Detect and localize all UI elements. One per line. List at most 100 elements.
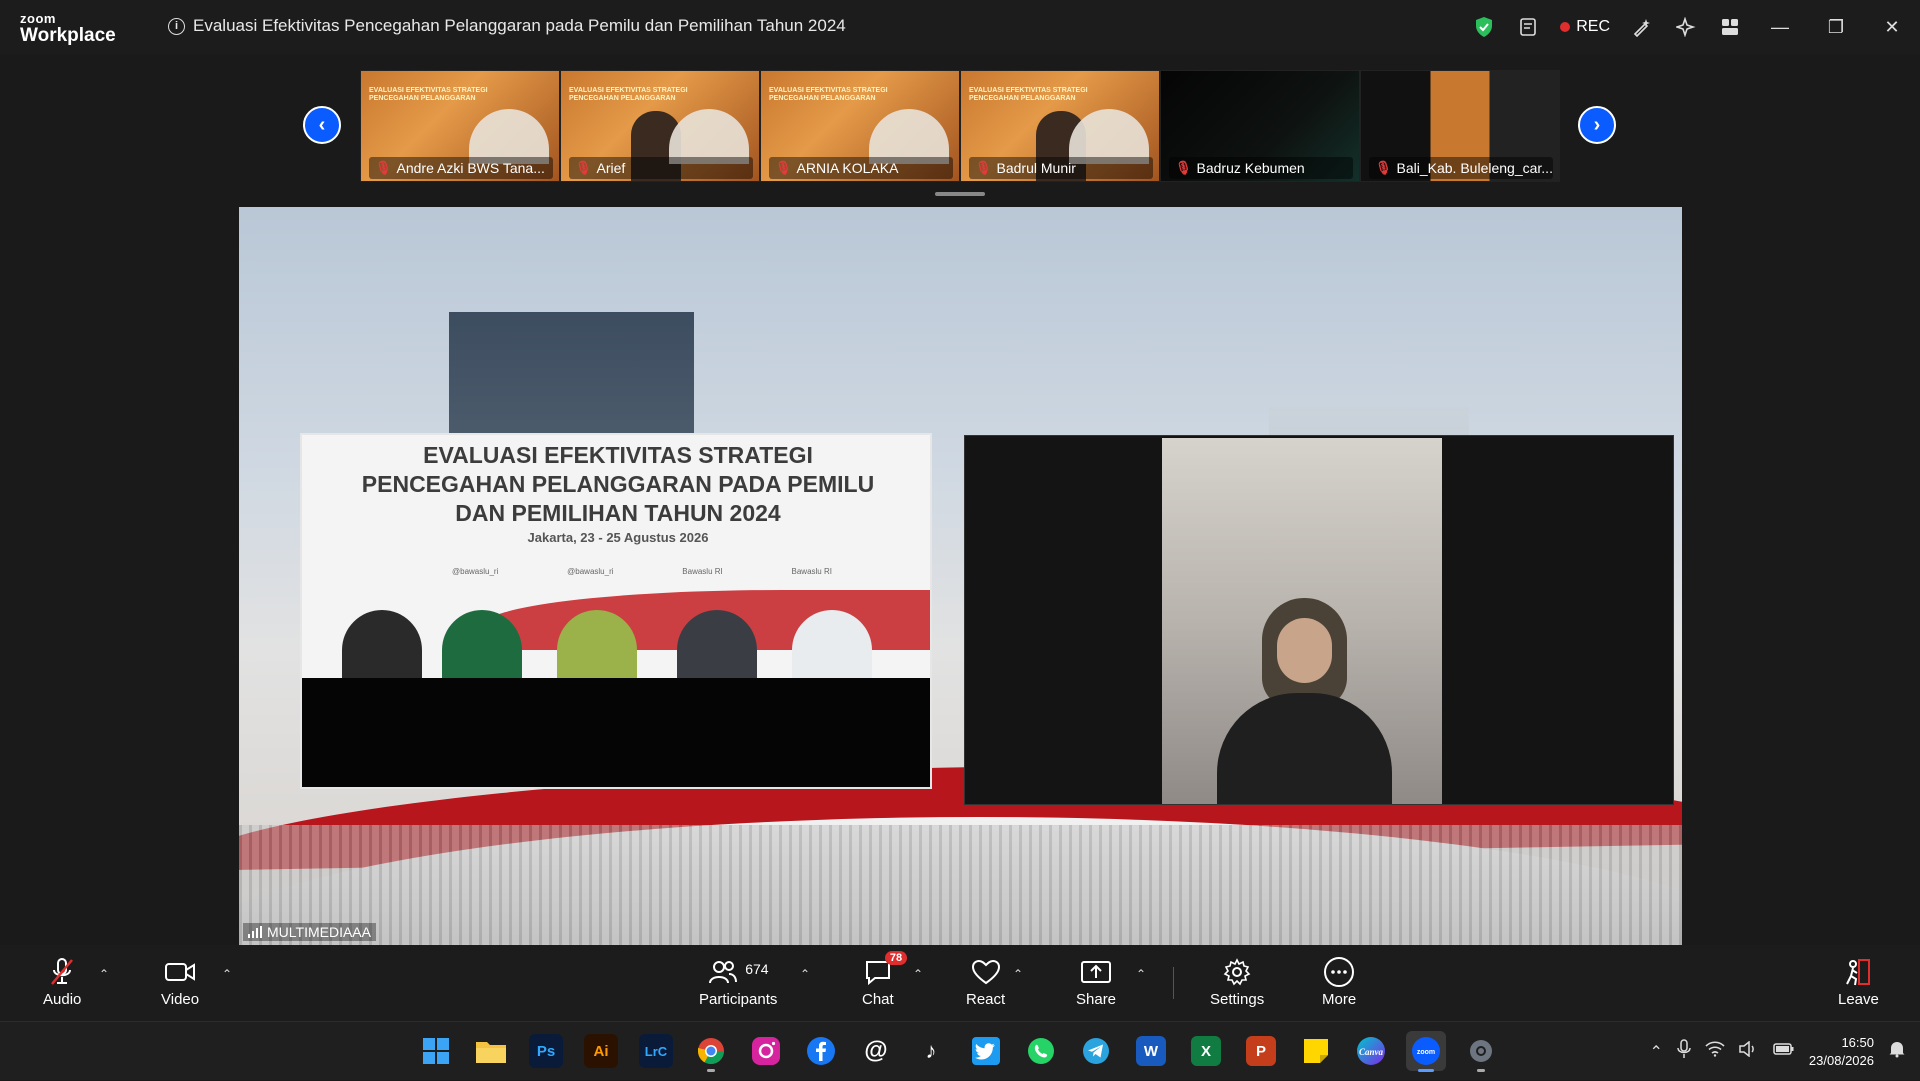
next-page-button[interactable]: › [1578, 106, 1616, 144]
social-handle: @bawaslu_ri [567, 567, 614, 576]
participants-count: 674 [745, 961, 769, 977]
share-options-chevron-icon[interactable]: ⌃ [1136, 967, 1146, 981]
participants-icon: 674 [708, 955, 769, 989]
photoshop-icon[interactable]: Ps [529, 1034, 563, 1068]
zoom-wordmark: zoom [1417, 1049, 1435, 1056]
apps-grid-icon[interactable] [1708, 0, 1752, 54]
record-dot-icon [1560, 22, 1571, 32]
windows-taskbar: Ps Ai LrC @ ♪ W X P Canva zoom ⌃ 16:50 2… [0, 1021, 1920, 1080]
main-video[interactable]: EVALUASI EFEKTIVITAS STRATEGI PENCEGAHAN… [239, 207, 1682, 945]
meeting-title: i Evaluasi Efektivitas Pencegahan Pelang… [168, 16, 846, 36]
sticky-notes-icon[interactable] [1296, 1031, 1336, 1071]
video-label: Video [161, 991, 200, 1008]
zoom-logo: zoom Workplace [20, 12, 116, 45]
participants-button[interactable]: 674 Participants [699, 955, 777, 1008]
excel-icon[interactable]: X [1191, 1036, 1221, 1066]
speaker-name-tag: MULTIMEDIAAA [243, 923, 376, 941]
illustrator-icon[interactable]: Ai [584, 1034, 618, 1068]
annotate-icon[interactable] [1620, 0, 1664, 54]
windows-start-icon[interactable] [416, 1031, 456, 1071]
taskbar-clock[interactable]: 16:50 23/08/2026 [1809, 1034, 1874, 1070]
social-handle: Bawaslu RI [791, 567, 832, 576]
file-explorer-icon[interactable] [471, 1031, 511, 1071]
chat-button[interactable]: 78 Chat [862, 951, 908, 1008]
settings-app-icon[interactable] [1461, 1031, 1501, 1072]
wifi-icon[interactable] [1705, 1041, 1725, 1062]
instagram-icon[interactable] [746, 1031, 786, 1071]
microphone-icon[interactable] [1677, 1039, 1691, 1064]
chat-icon: 78 [863, 951, 908, 989]
notes-icon[interactable] [1506, 0, 1550, 54]
tiktok-icon[interactable]: ♪ [911, 1031, 951, 1071]
remote-speaker-panel [964, 435, 1674, 805]
share-label: Share [1076, 991, 1117, 1008]
participant-thumbnail[interactable]: EVALUASI EFEKTIVITAS STRATEGI PENCEGAHAN… [360, 70, 560, 182]
participant-thumbnail[interactable]: 🎙 Badruz Kebumen [1160, 70, 1360, 182]
facebook-icon[interactable] [801, 1031, 841, 1071]
meeting-title-text: Evaluasi Efektivitas Pencegahan Pelangga… [193, 16, 846, 35]
notifications-bell-icon[interactable] [1888, 1040, 1906, 1063]
video-button[interactable]: Video [161, 955, 199, 1008]
participant-name: Andre Azki BWS Tana... [396, 160, 545, 176]
video-camera-icon [164, 955, 196, 989]
lightroom-classic-icon[interactable]: LrC [639, 1034, 673, 1068]
heart-icon [971, 955, 1001, 989]
mic-off-icon: 🎙 [775, 160, 792, 175]
clock-time: 16:50 [1841, 1034, 1874, 1050]
participants-options-chevron-icon[interactable]: ⌃ [800, 967, 810, 981]
chat-options-chevron-icon[interactable]: ⌃ [913, 967, 923, 981]
react-label: React [966, 991, 1006, 1008]
volume-icon[interactable] [1739, 1040, 1759, 1062]
zoom-app-icon[interactable]: zoom [1406, 1031, 1446, 1072]
share-button[interactable]: Share [1076, 955, 1116, 1008]
venue-camera-panel: EVALUASI EFEKTIVITAS STRATEGI PENCEGAHAN… [300, 433, 932, 789]
settings-button[interactable]: Settings [1210, 955, 1264, 1008]
participant-thumbnail[interactable]: EVALUASI EFEKTIVITAS STRATEGI PENCEGAHAN… [960, 70, 1160, 182]
mic-off-icon: 🎙 [1175, 160, 1192, 175]
recording-indicator[interactable]: REC [1550, 18, 1620, 36]
participant-name: Bali_Kab. Buleleng_car... [1396, 160, 1553, 176]
powerpoint-icon[interactable]: P [1246, 1036, 1276, 1066]
chevron-up-icon[interactable]: ⌃ [1650, 1042, 1663, 1062]
strip-resize-handle[interactable] [935, 192, 985, 196]
twitter-icon[interactable] [966, 1031, 1006, 1071]
speaker-name: MULTIMEDIAAA [267, 924, 371, 940]
security-shield-icon[interactable] [1462, 0, 1506, 54]
telegram-icon[interactable] [1076, 1031, 1116, 1071]
battery-icon[interactable] [1773, 1042, 1795, 1061]
leave-button[interactable]: Leave [1838, 955, 1879, 1008]
chrome-icon[interactable] [691, 1031, 731, 1072]
word-icon[interactable]: W [1136, 1036, 1166, 1066]
system-tray: ⌃ 16:50 23/08/2026 [1650, 1022, 1920, 1081]
close-button[interactable]: ✕ [1864, 0, 1920, 54]
participant-thumbnail[interactable]: EVALUASI EFEKTIVITAS STRATEGI PENCEGAHAN… [760, 70, 960, 182]
mic-off-icon: 🎙 [375, 160, 392, 175]
whatsapp-icon[interactable] [1021, 1031, 1061, 1071]
audio-button[interactable]: Audio [43, 955, 81, 1008]
slide-title-line: EVALUASI EFEKTIVITAS STRATEGI [423, 442, 813, 468]
slide-title-line: DAN PEMILIHAN TAHUN 2024 [455, 500, 781, 526]
clock-date: 23/08/2026 [1808, 1052, 1874, 1068]
participant-thumbnail[interactable]: EVALUASI EFEKTIVITAS STRATEGI PENCEGAHAN… [560, 70, 760, 182]
more-button[interactable]: More [1322, 955, 1356, 1008]
slide-title: EVALUASI EFEKTIVITAS STRATEGI PENCEGAHAN… [302, 441, 930, 528]
react-options-chevron-icon[interactable]: ⌃ [1013, 967, 1023, 981]
threads-icon[interactable]: @ [856, 1031, 896, 1071]
audio-options-chevron-icon[interactable]: ⌃ [99, 967, 109, 981]
participant-thumbnail[interactable]: 🎙 Bali_Kab. Buleleng_car... [1360, 70, 1560, 182]
rec-label: REC [1576, 18, 1610, 35]
restore-button[interactable]: ❐ [1808, 0, 1864, 54]
react-button[interactable]: React [966, 955, 1005, 1008]
participants-label: Participants [699, 991, 778, 1008]
minimize-button[interactable]: — [1752, 0, 1808, 54]
participant-name: Badrul Munir [996, 160, 1076, 176]
microphone-muted-icon [48, 955, 76, 989]
prev-page-button[interactable]: ‹ [303, 106, 341, 144]
info-icon[interactable]: i [168, 17, 185, 35]
ai-companion-icon[interactable] [1664, 0, 1708, 54]
participant-strip: ‹ EVALUASI EFEKTIVITAS STRATEGI PENCEGAH… [0, 54, 1920, 204]
taskbar-apps: Ps Ai LrC @ ♪ W X P Canva zoom [416, 1031, 1501, 1072]
canva-icon[interactable]: Canva [1351, 1031, 1391, 1071]
video-options-chevron-icon[interactable]: ⌃ [222, 967, 232, 981]
panelists [302, 600, 930, 690]
